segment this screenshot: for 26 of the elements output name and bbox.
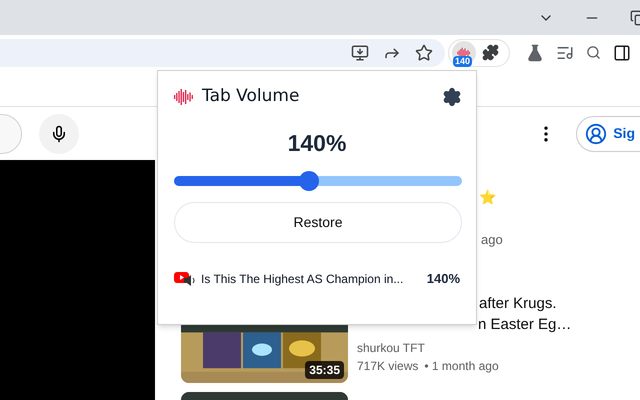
volume-slider[interactable] — [174, 171, 462, 191]
install-icon[interactable] — [351, 44, 369, 62]
tab-title[interactable]: Is This The Highest AS Champion in... — [201, 270, 404, 288]
upload-age: • 1 month ago — [424, 358, 499, 375]
duration-badge: 35:35 — [305, 361, 344, 379]
restore-button[interactable]: Restore — [174, 202, 462, 243]
voice-search-button[interactable] — [39, 114, 79, 154]
side-panel-icon[interactable] — [613, 44, 631, 62]
microphone-icon — [50, 124, 68, 142]
sign-in-button[interactable]: Sig — [576, 116, 640, 152]
extension-button[interactable]: 140 — [452, 40, 476, 64]
bookmark-star-icon[interactable] — [415, 44, 433, 62]
sound-bars-icon — [456, 46, 472, 58]
tab-volume: 140% — [426, 270, 460, 288]
volume-reading: 140% — [288, 129, 346, 157]
user-icon — [585, 122, 608, 144]
slider-thumb[interactable] — [299, 171, 320, 191]
waveform-icon — [174, 88, 194, 106]
extensions-icon[interactable] — [482, 44, 499, 61]
flask-icon[interactable] — [526, 44, 544, 62]
video-meta: ago — [480, 231, 504, 249]
view-count: 717K views — [357, 358, 418, 375]
search-icon[interactable] — [586, 45, 601, 60]
channel-name[interactable]: shurkou TFT — [357, 339, 640, 357]
popup-title: Tab Volume — [202, 85, 300, 108]
extension-badge: 140 — [453, 56, 472, 66]
